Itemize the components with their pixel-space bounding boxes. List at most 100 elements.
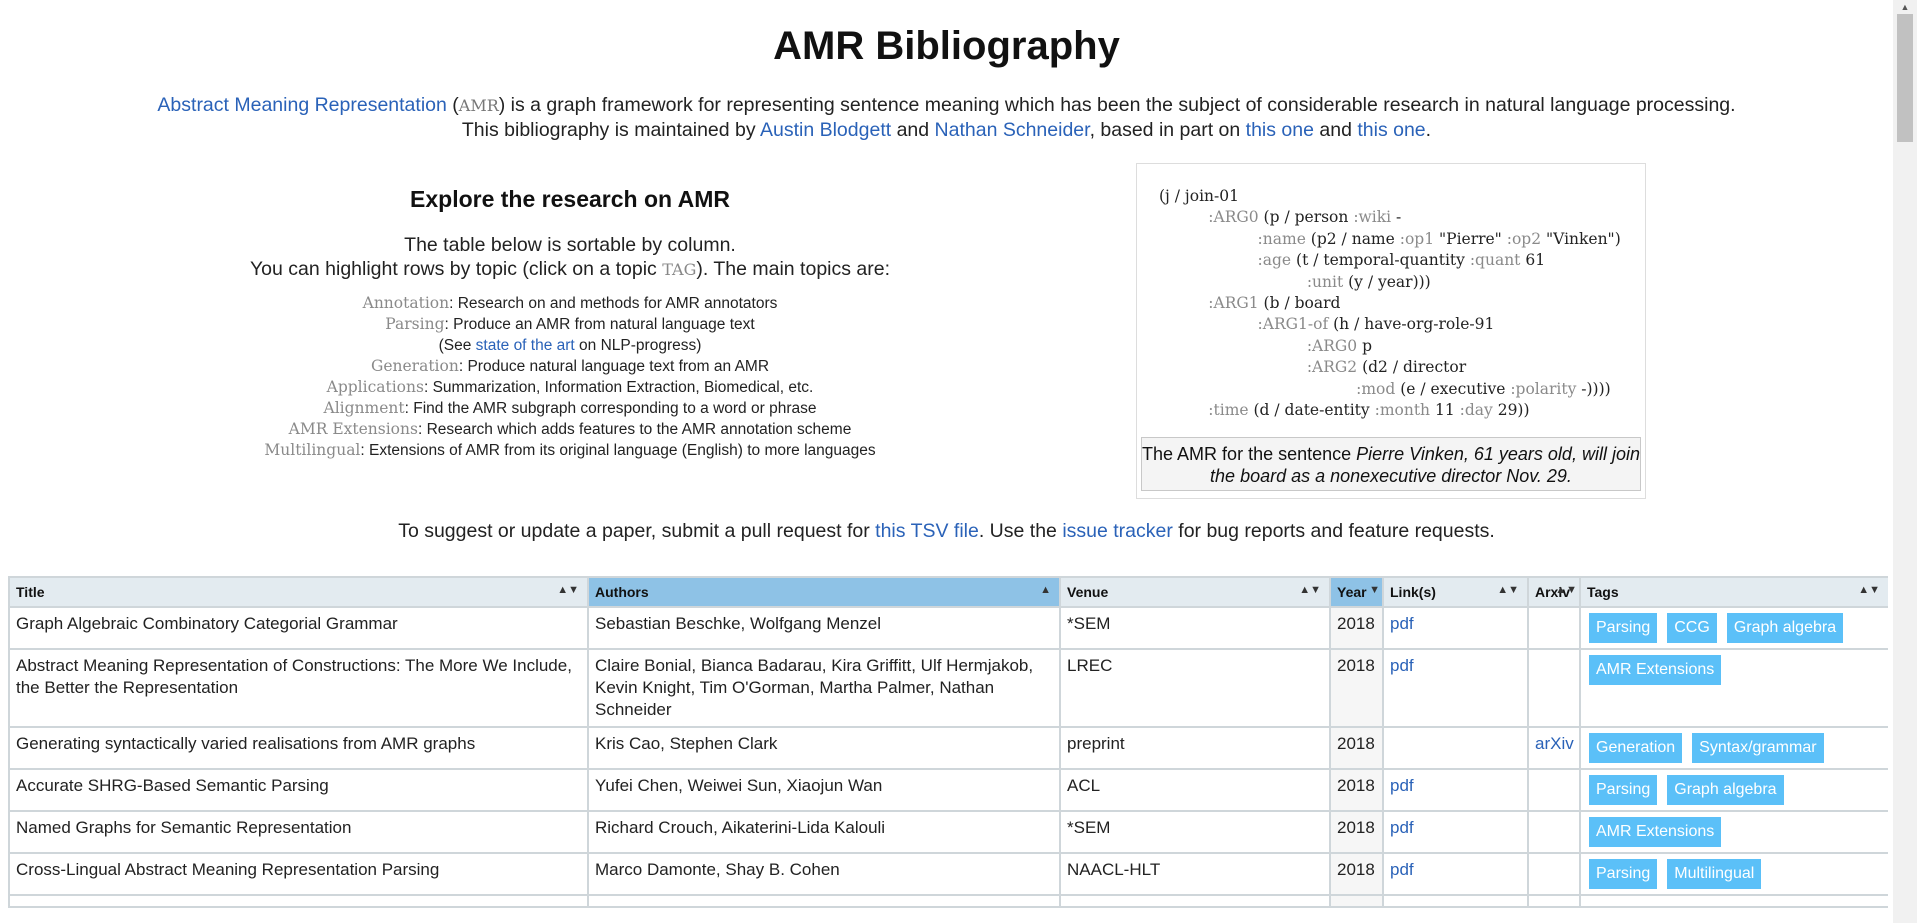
cell-venue-text: *SEM (1067, 614, 1111, 633)
cell-year-text: 2018 (1337, 656, 1375, 675)
cell-tags: AMR Extensions (1579, 648, 1888, 728)
cell-authors: Kris Cao, Stephen Clark (587, 726, 1061, 770)
suggest-paragraph: To suggest or update a paper, submit a p… (0, 520, 1893, 543)
topic-tag[interactable]: AMR Extensions (1589, 655, 1722, 685)
bibliography-table: Title ▲▼ Authors ▲ Venue ▲▼ Year ▼ Link(s) ▲▼… (8, 576, 1888, 908)
topic-multilingual: Multilingual: Extensions of AMR from its… (160, 440, 980, 461)
column-header-venue[interactable]: Venue ▲▼ (1059, 576, 1331, 608)
scroll-up-arrow-icon[interactable]: ▲ (1893, 0, 1917, 14)
topic-tag[interactable]: Graph algebra (1726, 613, 1844, 643)
suggest-text: for bug reports and feature requests. (1172, 520, 1495, 542)
cell-title: Generating syntactically varied realisat… (8, 726, 589, 770)
cell-title (8, 894, 589, 908)
cell-arxiv (1527, 894, 1581, 908)
cell-link: pdf (1382, 852, 1529, 896)
topic-tag[interactable]: AMR Extensions (1589, 817, 1722, 847)
header-label: Title (16, 584, 45, 600)
cell-tags: Generation Syntax/grammar (1579, 726, 1888, 770)
cell-year-text: 2018 (1337, 734, 1375, 753)
sort-desc-icon: ▼ (1369, 584, 1380, 596)
sort-both-icon: ▲▼ (557, 584, 579, 596)
header-label: Venue (1067, 584, 1109, 600)
cell-tags (1579, 894, 1888, 908)
cell-authors-text: Sebastian Beschke, Wolfgang Menzel (595, 614, 882, 633)
topic-amr-extensions: AMR Extensions: Research which adds feat… (160, 419, 980, 440)
topic-tag[interactable]: Parsing (1589, 613, 1658, 643)
state-of-art-link[interactable]: state of the art (476, 337, 575, 354)
cell-link: pdf (1382, 606, 1529, 650)
suggest-text: . Use the (978, 520, 1063, 542)
cell-arxiv: arXiv (1527, 726, 1581, 770)
amr-link[interactable]: Abstract Meaning Representation (157, 94, 446, 116)
amr-caption: The AMR for the sentence Pierre Vinken, … (1141, 437, 1641, 491)
intro-text: , based in part on (1089, 119, 1246, 141)
issue-tracker-link[interactable]: issue tracker (1062, 520, 1173, 542)
cell-year-text: 2018 (1337, 614, 1375, 633)
cell-venue-text: NAACL-HLT (1067, 860, 1161, 879)
cell-link-text[interactable]: pdf (1390, 656, 1414, 675)
cell-link-text[interactable]: pdf (1390, 776, 1414, 795)
cell-arxiv-text[interactable]: arXiv (1535, 734, 1574, 753)
amr-abbr: AMR (458, 96, 499, 115)
topic-tag[interactable]: Syntax/grammar (1692, 733, 1824, 763)
topic-desc: : Research which adds features to the AM… (417, 421, 852, 438)
cell-title-text: Abstract Meaning Representation of Const… (16, 656, 572, 697)
explore-text: ). The main topics are: (696, 258, 891, 280)
vertical-scrollbar[interactable]: ▲ (1893, 0, 1917, 923)
intro-text: This bibliography is maintained by (461, 119, 760, 141)
topic-annotation: Annotation: Research on and methods for … (160, 293, 980, 314)
cell-link-text[interactable]: pdf (1390, 860, 1414, 879)
topic-tag[interactable]: CCG (1667, 613, 1717, 643)
cell-link (1382, 894, 1529, 908)
cell-tags: Parsing CCG Graph algebra (1579, 606, 1888, 650)
source-link-2[interactable]: this one (1357, 119, 1425, 141)
explore-line-2: You can highlight rows by topic (click o… (160, 257, 980, 282)
sort-both-icon: ▲▼ (1858, 584, 1880, 596)
cell-title-text: Cross-Lingual Abstract Meaning Represent… (16, 860, 440, 879)
topic-alignment: Alignment: Find the AMR subgraph corresp… (160, 398, 980, 419)
cell-venue-text: LREC (1067, 656, 1113, 675)
page-title: AMR Bibliography (773, 24, 1120, 68)
cell-year: 2018 (1329, 852, 1384, 896)
topic-desc: : Produce natural language text from an … (458, 358, 770, 375)
sort-both-icon: ▲▼ (1497, 584, 1519, 596)
cell-link: pdf (1382, 810, 1529, 854)
topic-tag[interactable]: Parsing (1589, 859, 1658, 889)
source-link-1[interactable]: this one (1246, 119, 1314, 141)
column-header-year[interactable]: Year ▼ (1329, 576, 1384, 608)
sort-both-icon: ▲▼ (1555, 584, 1577, 596)
column-header-authors[interactable]: Authors ▲ (587, 576, 1061, 608)
note-text: (See (438, 337, 476, 354)
topic-tag[interactable]: Graph algebra (1667, 775, 1784, 805)
table-row: Named Graphs for Semantic Representation… (8, 810, 1888, 854)
cell-venue-text: *SEM (1067, 818, 1111, 837)
topic-name: Parsing (385, 315, 445, 333)
cell-venue (1059, 894, 1331, 908)
cell-link-text[interactable]: pdf (1390, 614, 1414, 633)
column-header-arxiv[interactable]: Arxiv ▲▼ (1527, 576, 1581, 608)
topics-list: Annotation: Research on and methods for … (160, 293, 980, 461)
column-header-tags[interactable]: Tags ▲▼ (1579, 576, 1888, 608)
topic-name: AMR Extensions (288, 420, 418, 438)
topic-tag[interactable]: Generation (1589, 733, 1683, 763)
cell-link (1382, 726, 1529, 770)
austin-blodgett-link[interactable]: Austin Blodgett (760, 119, 891, 141)
scrollbar-thumb[interactable] (1897, 14, 1913, 142)
cell-venue: LREC (1059, 648, 1331, 728)
tsv-file-link[interactable]: this TSV file (875, 520, 979, 542)
cell-arxiv (1527, 606, 1581, 650)
cell-year (1329, 894, 1384, 908)
column-header-title[interactable]: Title ▲▼ (8, 576, 589, 608)
topic-name: Applications (326, 378, 424, 396)
table-body: Graph Algebraic Combinatory Categorial G… (8, 606, 1888, 908)
intro-text: ( (446, 94, 459, 116)
cell-venue: *SEM (1059, 606, 1331, 650)
cell-link-text[interactable]: pdf (1390, 818, 1414, 837)
column-header-links[interactable]: Link(s) ▲▼ (1382, 576, 1529, 608)
cell-venue: ACL (1059, 768, 1331, 812)
topic-applications: Applications: Summarization, Information… (160, 377, 980, 398)
cell-title: Accurate SHRG-Based Semantic Parsing (8, 768, 589, 812)
nathan-schneider-link[interactable]: Nathan Schneider (935, 119, 1090, 141)
topic-tag[interactable]: Parsing (1589, 775, 1658, 805)
topic-tag[interactable]: Multilingual (1667, 859, 1762, 889)
